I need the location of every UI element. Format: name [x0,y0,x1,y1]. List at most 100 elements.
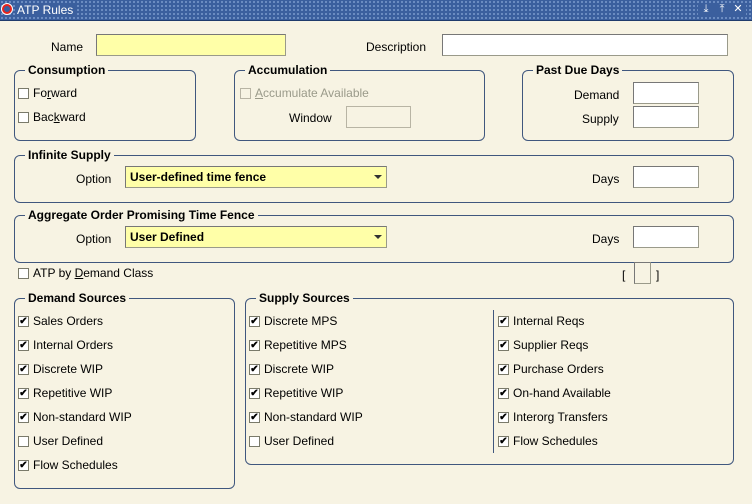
atp-by-demand-class-pre: ATP by [33,266,75,280]
supply-on-hand-available-checkbox[interactable]: ✔ On-hand Available [498,386,611,400]
demand-non-standard-wip-label: Non-standard WIP [33,410,132,424]
description-label: Description [366,40,427,54]
supply-on-hand-available-label: On-hand Available [513,386,611,400]
supply-internal-reqs-box[interactable]: ✔ [498,315,509,327]
supply-repetitive-mps-checkbox[interactable]: ✔ Repetitive MPS [249,338,347,352]
supply-interorg-transfers-checkbox[interactable]: ✔ Interorg Transfers [498,410,608,424]
chevron-down-icon[interactable] [370,227,386,247]
backward-label-post: ward [59,110,86,124]
minimize-icon[interactable]: ⤓ [700,3,712,16]
supply-supplier-reqs-checkbox[interactable]: ✔ Supplier Reqs [498,338,588,352]
infinite-supply-days-field[interactable] [633,166,699,188]
demand-repetitive-wip-checkbox[interactable]: ✔ Repetitive WIP [18,386,112,400]
supply-repetitive-wip-checkbox[interactable]: ✔ Repetitive WIP [249,386,343,400]
descriptive-flexfield[interactable] [634,262,651,284]
aggregate-days-field[interactable] [633,226,699,248]
window-controls: ⤓ ⤒ ✕ [698,3,746,16]
description-field[interactable] [442,34,728,56]
supply-flow-schedules-checkbox[interactable]: ✔ Flow Schedules [498,434,598,448]
supply-repetitive-wip-label: Repetitive WIP [264,386,344,400]
supply-purchase-orders-box[interactable]: ✔ [498,363,509,375]
infinite-supply-option-value: User-defined time fence [130,170,267,184]
demand-flow-schedules-box[interactable]: ✔ [18,459,29,471]
supply-on-hand-available-box[interactable]: ✔ [498,387,509,399]
demand-user-defined-box[interactable] [18,435,29,447]
forward-checkbox[interactable]: Forward [18,86,77,100]
demand-internal-orders-box[interactable]: ✔ [18,339,29,351]
supply-discrete-mps-box[interactable]: ✔ [249,315,260,327]
backward-checkbox-box[interactable] [18,111,29,123]
atp-by-demand-class-post: emand Class [83,266,154,280]
forward-label: Forward [33,86,77,100]
demand-internal-orders-checkbox[interactable]: ✔ Internal Orders [18,338,113,352]
supply-interorg-transfers-box[interactable]: ✔ [498,411,509,423]
atp-by-demand-class-accel: D [74,266,84,280]
infinite-supply-option-select[interactable]: User-defined time fence [125,166,387,188]
name-label: Name [51,40,84,54]
atp-by-demand-class-box[interactable] [18,267,29,279]
supply-discrete-wip-box[interactable]: ✔ [249,363,260,375]
maximize-icon[interactable]: ⤒ [716,3,728,16]
atp-by-demand-class-checkbox[interactable]: ATP by Demand Class [18,266,153,280]
demand-non-standard-wip-box[interactable]: ✔ [18,411,29,423]
consumption-group: Consumption [14,63,196,141]
demand-non-standard-wip-checkbox[interactable]: ✔ Non-standard WIP [18,410,132,424]
forward-checkbox-box[interactable] [18,87,29,99]
supply-discrete-mps-label: Discrete MPS [264,314,338,328]
past-due-days-title: Past Due Days [533,63,623,77]
backward-checkbox[interactable]: Backward [18,110,86,124]
forward-label-pre: Fo [33,86,48,100]
demand-user-defined-checkbox[interactable]: User Defined [18,434,103,448]
demand-user-defined-label: User Defined [33,434,104,448]
past-due-days-group: Past Due Days [522,63,734,141]
demand-field[interactable] [633,82,699,104]
supply-repetitive-mps-box[interactable]: ✔ [249,339,260,351]
supply-field[interactable] [633,106,699,128]
demand-flow-schedules-checkbox[interactable]: ✔ Flow Schedules [18,458,118,472]
supply-interorg-transfers-label: Interorg Transfers [513,410,608,424]
supply-user-defined-box[interactable] [249,435,260,447]
chevron-down-icon[interactable] [370,167,386,187]
aggregate-option-label: Option [76,232,112,246]
supply-repetitive-mps-label: Repetitive MPS [264,338,347,352]
demand-discrete-wip-box[interactable]: ✔ [18,363,29,375]
supply-label: Supply [582,112,619,126]
window-titlebar[interactable]: ATP Rules ⤓ ⤒ ✕ [0,0,752,21]
supply-discrete-wip-checkbox[interactable]: ✔ Discrete WIP [249,362,334,376]
window-label: Window [289,111,332,125]
demand-internal-orders-label: Internal Orders [33,338,114,352]
demand-repetitive-wip-box[interactable]: ✔ [18,387,29,399]
window-field[interactable] [346,106,411,128]
supply-non-standard-wip-checkbox[interactable]: ✔ Non-standard WIP [249,410,363,424]
demand-sales-orders-box[interactable]: ✔ [18,315,29,327]
demand-discrete-wip-checkbox[interactable]: ✔ Discrete WIP [18,362,103,376]
supply-purchase-orders-label: Purchase Orders [513,362,604,376]
supply-user-defined-label: User Defined [264,434,335,448]
demand-flow-schedules-label: Flow Schedules [33,458,118,472]
demand-sales-orders-checkbox[interactable]: ✔ Sales Orders [18,314,103,328]
supply-sources-divider [493,310,494,453]
name-field[interactable] [96,34,286,56]
demand-sources-title: Demand Sources [25,291,130,305]
supply-supplier-reqs-box[interactable]: ✔ [498,339,509,351]
supply-repetitive-wip-box[interactable]: ✔ [249,387,260,399]
aggregate-time-fence-title: Aggregate Order Promising Time Fence [25,208,258,222]
supply-user-defined-checkbox[interactable]: User Defined [249,434,334,448]
oracle-logo-icon [1,3,13,15]
supply-flow-schedules-box[interactable]: ✔ [498,435,509,447]
supply-discrete-mps-checkbox[interactable]: ✔ Discrete MPS [249,314,337,328]
supply-non-standard-wip-box[interactable]: ✔ [249,411,260,423]
demand-label: Demand [574,88,620,102]
demand-repetitive-wip-label: Repetitive WIP [33,386,113,400]
aggregate-option-select[interactable]: User Defined [125,226,387,248]
window-title: ATP Rules [16,3,77,17]
supply-purchase-orders-checkbox[interactable]: ✔ Purchase Orders [498,362,604,376]
close-icon[interactable]: ✕ [732,3,744,16]
accumulate-available-box[interactable] [240,87,251,99]
supply-internal-reqs-checkbox[interactable]: ✔ Internal Reqs [498,314,584,328]
supply-sources-title: Supply Sources [256,291,353,305]
backward-label-pre: Bac [33,110,54,124]
accumulate-available-checkbox[interactable]: Accumulate Available [240,86,369,100]
supply-non-standard-wip-label: Non-standard WIP [264,410,363,424]
supply-flow-schedules-label: Flow Schedules [513,434,598,448]
